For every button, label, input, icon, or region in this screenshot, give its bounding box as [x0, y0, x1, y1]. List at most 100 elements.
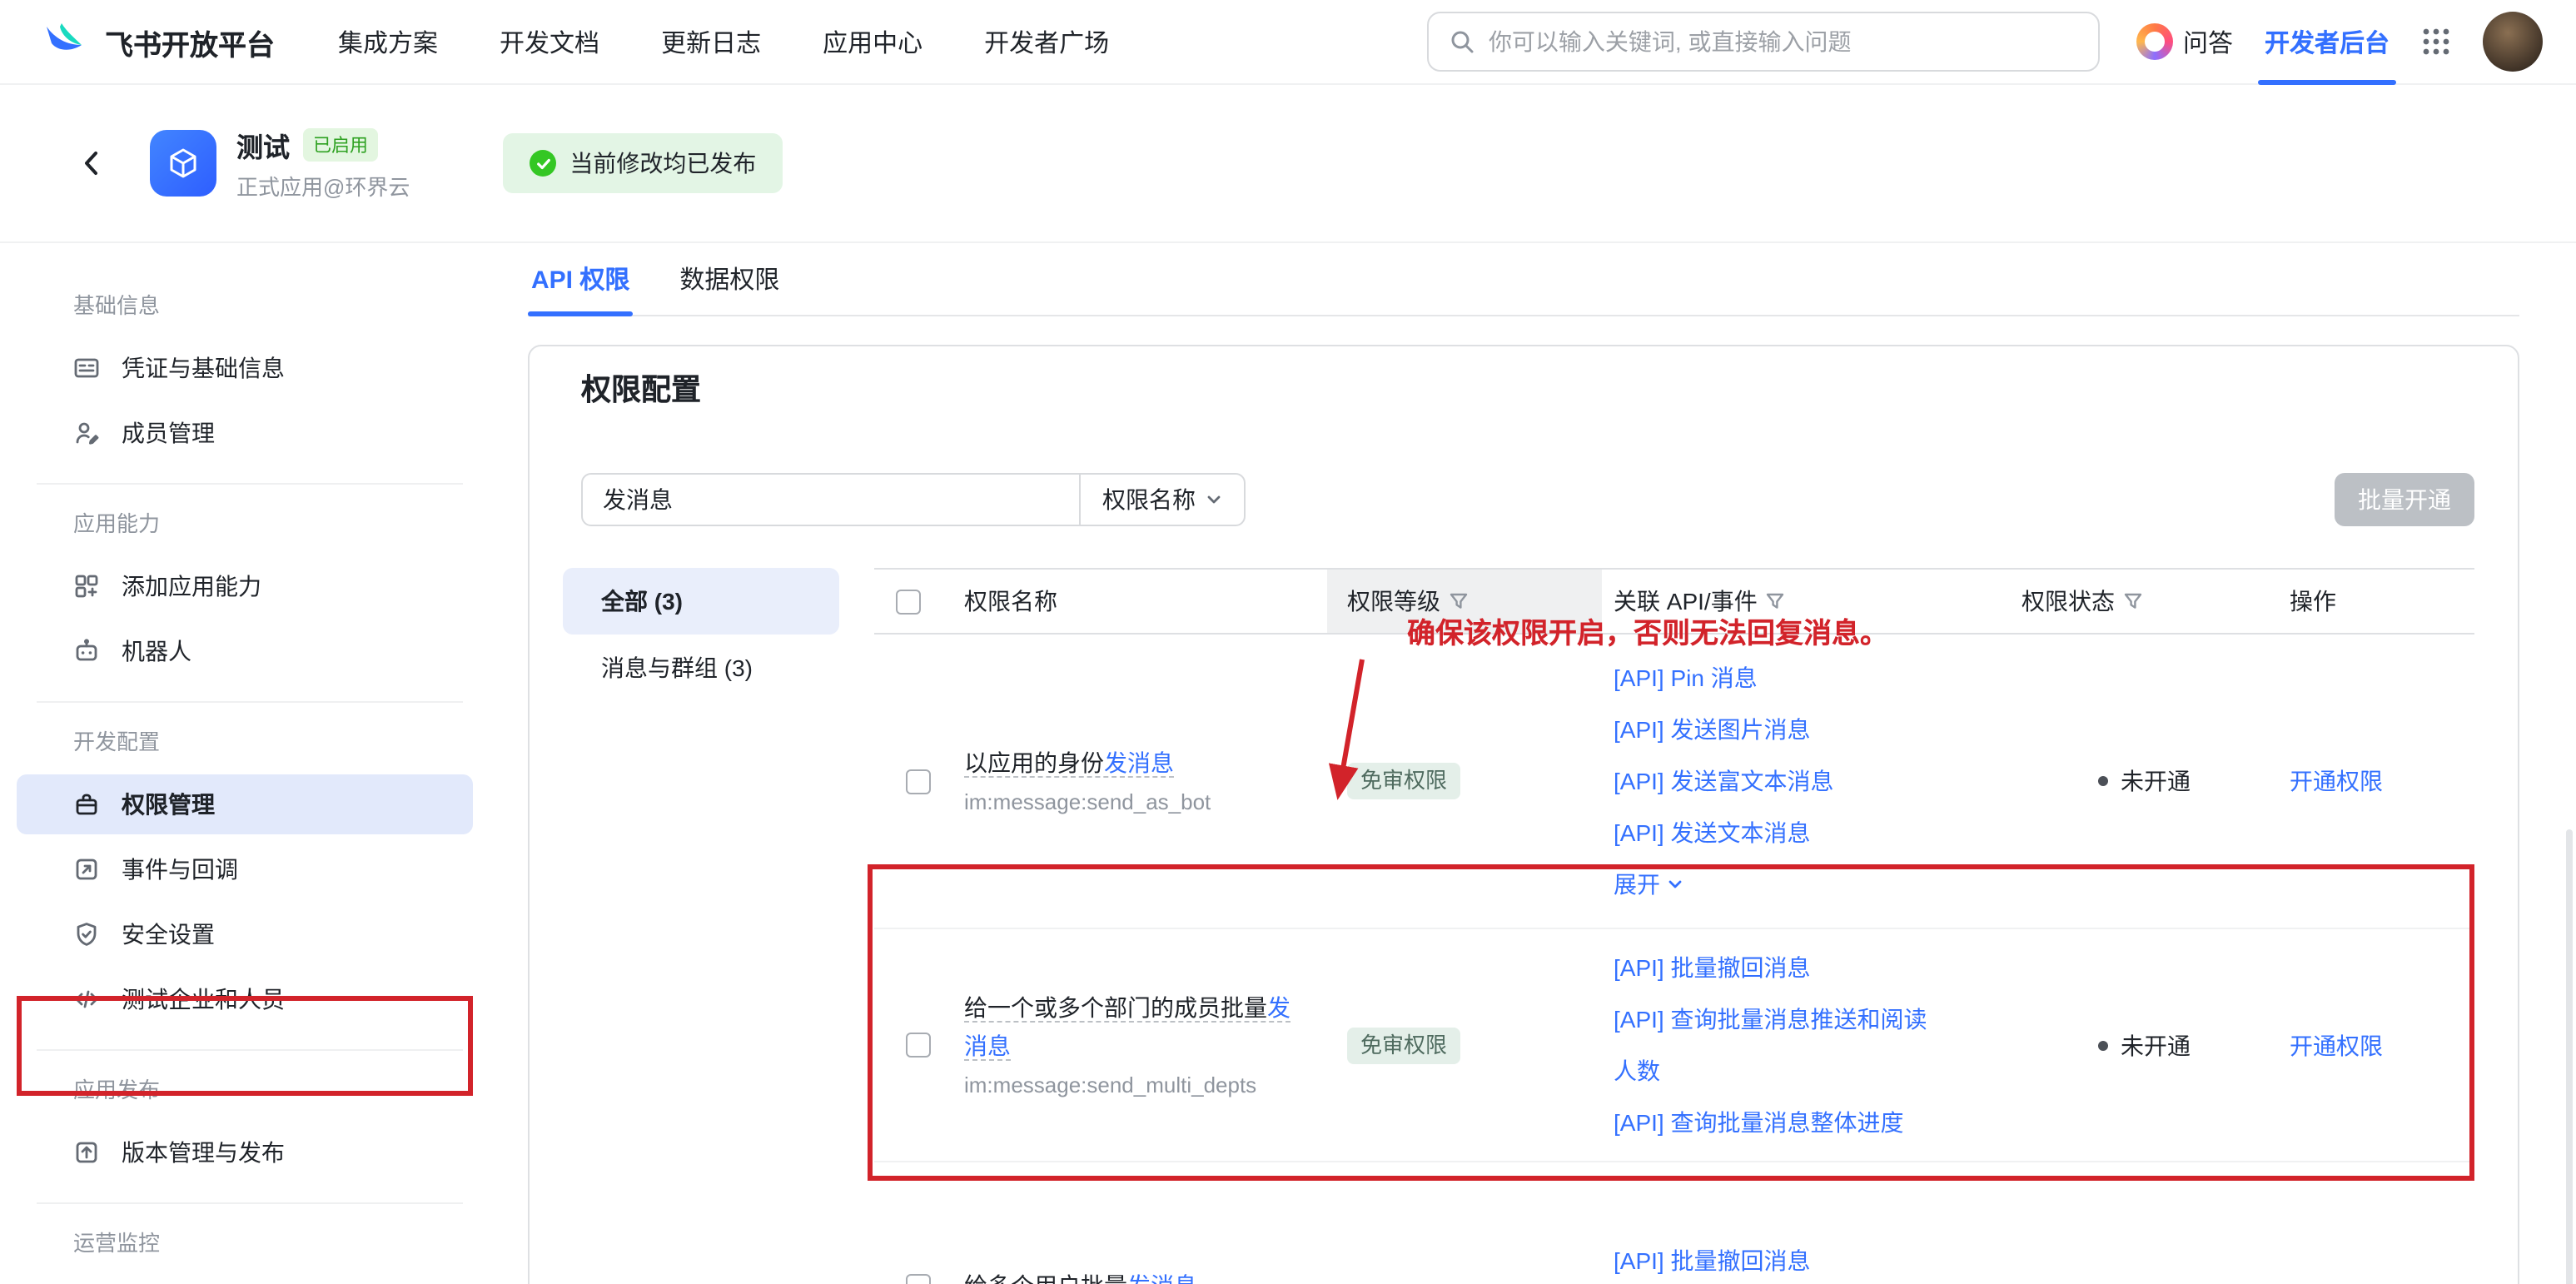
- filter-funnel-icon[interactable]: [1766, 591, 1786, 611]
- sidebar-item-events[interactable]: 事件与回调: [17, 839, 473, 899]
- app-header-bar: 测试 已启用 正式应用@环界云 当前修改均已发布: [0, 85, 2576, 243]
- sidebar-divider: [37, 483, 463, 485]
- brand[interactable]: 飞书开放平台: [43, 20, 275, 63]
- sidebar: 基础信息 凭证与基础信息 成员管理 应用能力 添加应用能力: [0, 243, 500, 1284]
- api-link[interactable]: [API] 查询批量消息推送和阅读人数: [1614, 993, 1935, 1097]
- briefcase-icon: [73, 791, 100, 818]
- status-text: 未开通: [2121, 1028, 2191, 1062]
- back-icon[interactable]: [77, 148, 107, 178]
- col-header-status: 权限状态: [2022, 585, 2115, 618]
- tab-api-permission[interactable]: API 权限: [528, 243, 633, 315]
- publish-icon: [73, 1139, 100, 1166]
- table-header: 权限名称 权限等级 关联 API/事件 权限状态: [874, 568, 2474, 635]
- category-filter: 全部 (3) 消息与群组 (3): [563, 568, 839, 701]
- robot-icon: [73, 638, 100, 664]
- sidebar-item-members[interactable]: 成员管理: [17, 403, 473, 463]
- sidebar-section-dev-config: 开发配置: [0, 728, 500, 758]
- filter-funnel-icon[interactable]: [2123, 591, 2143, 611]
- permission-name[interactable]: 以应用的身份发消息: [964, 744, 1310, 783]
- top-navbar: 飞书开放平台 集成方案 开发文档 更新日志 应用中心 开发者广场 问答 开发者后…: [0, 0, 2576, 85]
- expand-apis-link[interactable]: 展开: [1614, 858, 1935, 910]
- row-checkbox[interactable]: [906, 1274, 931, 1284]
- sidebar-item-security[interactable]: 安全设置: [17, 904, 473, 964]
- col-header-api: 关联 API/事件: [1614, 585, 1758, 618]
- search-field-select[interactable]: 权限名称: [1079, 475, 1244, 525]
- brand-name: 飞书开放平台: [105, 21, 275, 62]
- permission-name[interactable]: 给多个用户批量发消息: [964, 1267, 1310, 1284]
- feishu-logo-icon: [43, 20, 90, 63]
- app-name: 测试: [236, 125, 290, 165]
- qa-link[interactable]: 问答: [2136, 23, 2233, 60]
- sidebar-item-permissions[interactable]: 权限管理: [17, 774, 473, 834]
- search-input[interactable]: [1489, 28, 2078, 55]
- primary-nav: 集成方案 开发文档 更新日志 应用中心 开发者广场: [338, 24, 1109, 59]
- main-content: API 权限 数据权限 权限配置 权限名称 批量开通: [500, 243, 2576, 1284]
- col-header-level: 权限等级: [1347, 585, 1440, 618]
- sidebar-item-bot[interactable]: 机器人: [17, 621, 473, 681]
- row-checkbox[interactable]: [906, 1033, 931, 1058]
- grid-plus-icon: [73, 573, 100, 600]
- sidebar-section-release: 应用发布: [0, 1076, 500, 1106]
- api-link[interactable]: [API] 发送富文本消息: [1614, 755, 1935, 807]
- navbar-right: 问答 开发者后台: [2136, 0, 2543, 84]
- api-link[interactable]: [API] 批量撤回消息: [1614, 942, 1935, 993]
- permission-scope: im:message:send_as_bot: [964, 788, 1310, 818]
- filter-message-group[interactable]: 消息与群组 (3): [563, 635, 839, 701]
- nav-item-integration[interactable]: 集成方案: [338, 24, 438, 59]
- sidebar-item-version-release[interactable]: 版本管理与发布: [17, 1122, 473, 1182]
- nav-item-dev-plaza[interactable]: 开发者广场: [984, 24, 1109, 59]
- sidebar-item-test-org[interactable]: 测试企业和人员: [17, 969, 473, 1029]
- status-dot: [2097, 776, 2107, 786]
- app-grid-icon[interactable]: [2421, 27, 2451, 57]
- chevron-down-icon: [1206, 491, 1222, 508]
- publish-status-banner: 当前修改均已发布: [503, 133, 783, 193]
- api-link[interactable]: [API] Pin 消息: [1614, 652, 1935, 704]
- level-badge: 免审权限: [1347, 763, 1460, 799]
- api-link[interactable]: [API] 发送文本消息: [1614, 807, 1935, 858]
- table-row-send-as-bot: 以应用的身份发消息 im:message:send_as_bot 免审权限 [A…: [874, 635, 2474, 929]
- select-all-checkbox[interactable]: [896, 589, 921, 614]
- qa-icon: [2136, 23, 2173, 60]
- filter-all[interactable]: 全部 (3): [563, 568, 839, 635]
- col-header-name: 权限名称: [964, 585, 1057, 618]
- user-avatar[interactable]: [2483, 12, 2543, 72]
- sidebar-section-monitor: 运营监控: [0, 1229, 500, 1259]
- shield-icon: [73, 921, 100, 948]
- sidebar-divider: [37, 1049, 463, 1051]
- open-permission-link[interactable]: 开通权限: [2290, 764, 2474, 798]
- open-permission-link[interactable]: 开通权限: [2290, 1028, 2474, 1062]
- permission-name[interactable]: 给一个或多个部门的成员批量发消息: [964, 989, 1310, 1066]
- global-search[interactable]: [1427, 12, 2100, 72]
- tab-data-permission[interactable]: 数据权限: [676, 243, 783, 315]
- sidebar-divider: [37, 701, 463, 703]
- table-row-send-multi-depts: 给一个或多个部门的成员批量发消息 im:message:send_multi_d…: [874, 929, 2474, 1162]
- check-circle-icon: [530, 150, 556, 177]
- bulk-open-button[interactable]: 批量开通: [2335, 473, 2474, 526]
- api-link[interactable]: [API] 发送图片消息: [1614, 704, 1935, 755]
- filter-funnel-icon[interactable]: [1449, 591, 1469, 611]
- page-title: 权限配置: [581, 368, 2474, 411]
- row-checkbox[interactable]: [906, 769, 931, 794]
- sidebar-section-basic: 基础信息: [0, 291, 500, 321]
- vertical-scrollbar[interactable]: [2566, 829, 2573, 1284]
- sidebar-item-add-capability[interactable]: 添加应用能力: [17, 556, 473, 616]
- code-icon: [73, 986, 100, 1013]
- nav-item-changelog[interactable]: 更新日志: [661, 24, 761, 59]
- app-subtitle: 正式应用@环界云: [236, 170, 410, 202]
- developer-console-link[interactable]: 开发者后台: [2265, 0, 2390, 84]
- api-link[interactable]: [API] 批量撤回消息: [1614, 1235, 1935, 1284]
- col-header-action: 操作: [2290, 585, 2336, 618]
- search-icon: [1449, 28, 1475, 55]
- permission-search-input[interactable]: [603, 486, 1059, 513]
- permission-table: 权限名称 权限等级 关联 API/事件 权限状态: [874, 568, 2474, 1284]
- idcard-icon: [73, 355, 100, 381]
- member-edit-icon: [73, 420, 100, 446]
- nav-item-docs[interactable]: 开发文档: [500, 24, 599, 59]
- search-row: 权限名称 批量开通: [581, 473, 2474, 526]
- permission-tabs: API 权限 数据权限: [528, 243, 2519, 316]
- table-row-send-multi-users: 给多个用户批量发消息 [API] 批量撤回消息 [API] 查询批量消息推送和阅…: [874, 1162, 2474, 1284]
- api-link[interactable]: [API] 查询批量消息整体进度: [1614, 1097, 1935, 1148]
- sidebar-item-credentials[interactable]: 凭证与基础信息: [17, 338, 473, 398]
- permission-config-card: 权限配置 权限名称 批量开通 全部 (3: [528, 345, 2519, 1284]
- nav-item-app-center[interactable]: 应用中心: [823, 24, 922, 59]
